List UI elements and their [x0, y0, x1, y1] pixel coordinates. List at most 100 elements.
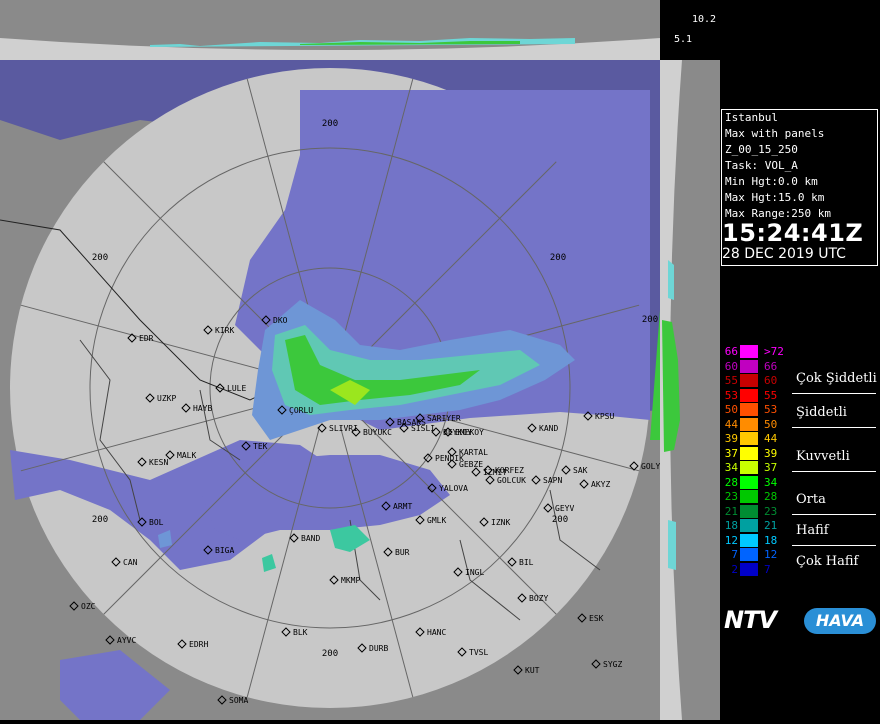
legend-swatch — [740, 388, 758, 402]
side-cross-section — [660, 60, 720, 720]
top-cross-section-svg — [0, 38, 660, 60]
city-label: SYGZ — [603, 660, 622, 669]
legend-swatch — [740, 374, 758, 387]
city-label: BOZY — [529, 594, 548, 603]
legend-lower-value: 50 — [724, 403, 738, 416]
city-label: YALOVA — [439, 484, 468, 493]
scale-corner: 10.2 5.1 — [660, 0, 720, 60]
legend-lower-value: 60 — [724, 359, 738, 373]
legend-upper-value: 44 — [764, 432, 778, 445]
city-label: EDRH — [189, 640, 208, 649]
legend-swatch — [740, 562, 758, 576]
legend-lower-value: 7 — [731, 548, 738, 561]
city-label: CAN — [123, 558, 138, 567]
city-label: SARIYER — [427, 414, 461, 423]
info-max-height: Max Hgt:15.0 km — [725, 191, 825, 204]
legend-swatch — [740, 519, 758, 532]
city-label: BUYUKC — [363, 428, 392, 437]
side-echo-profile — [662, 320, 680, 452]
city-label: KPSU — [595, 412, 614, 421]
legend-upper-value: 34 — [764, 475, 778, 489]
city-label: GMLK — [427, 516, 446, 525]
legend-row: 60 66 — [722, 359, 792, 373]
timestamp: 15:24:41Z 28 DEC 2019 UTC — [722, 220, 878, 262]
range-label: 200 — [550, 253, 566, 263]
city-label: MALK — [177, 451, 196, 460]
city-label: AKYZ — [591, 480, 610, 489]
info-scan: Z_00_15_250 — [725, 143, 798, 156]
legend-upper-value: >72 — [764, 345, 784, 358]
legend-lower-value: 23 — [724, 490, 738, 503]
legend-swatch — [740, 359, 758, 373]
side-echo-top — [668, 260, 674, 300]
city-label: GEYV — [555, 504, 574, 513]
legend-row: 50 53 — [722, 403, 792, 416]
legend-category: Çok Şiddetli — [796, 371, 877, 386]
legend-category: Şiddetli — [796, 405, 847, 420]
legend-upper-value: 55 — [764, 388, 778, 402]
city-label: KUT — [525, 666, 540, 675]
legend-row: 18 21 — [722, 519, 792, 532]
legend-swatch — [740, 548, 758, 561]
legend-row: 55 60 — [722, 374, 792, 387]
legend-divider — [792, 545, 876, 546]
legend-row: 66 >72 — [722, 345, 792, 358]
legend-row: 21 23 — [722, 504, 792, 518]
legend-upper-value: 39 — [764, 446, 778, 460]
legend-row: 7 12 — [722, 548, 792, 561]
info-station: Istanbul — [725, 111, 778, 124]
city-label: GOLCUK — [497, 476, 526, 485]
city-label: SAPN — [543, 476, 562, 485]
city-label: IZNK — [491, 518, 510, 527]
city-label: BIL — [519, 558, 534, 567]
city-label: UZKP — [157, 394, 176, 403]
city-label: GOLY — [641, 462, 660, 471]
city-label: BIGA — [215, 546, 234, 555]
legend-swatch — [740, 475, 758, 489]
legend-row: 34 37 — [722, 461, 792, 474]
city-label: MKMP — [341, 576, 360, 585]
scale-top-value: 10.2 — [692, 14, 717, 25]
city-label: INGL — [465, 568, 484, 577]
legend-upper-value: 66 — [764, 359, 778, 373]
city-label: SLIVRI — [329, 424, 358, 433]
city-label: KESN — [149, 458, 168, 467]
city-label: EDR — [139, 334, 154, 343]
legend-category: Orta — [796, 492, 826, 507]
legend-swatch — [740, 446, 758, 460]
legend-lower-value: 53 — [724, 388, 738, 402]
legend-upper-value: 60 — [764, 374, 778, 387]
legend-lower-value: 66 — [724, 345, 738, 358]
legend-lower-value: 44 — [724, 417, 738, 431]
legend-swatch — [740, 533, 758, 547]
city-label: BUR — [395, 548, 410, 557]
top-cross-section — [0, 0, 660, 60]
legend-lower-value: 55 — [724, 374, 738, 387]
legend-row: 37 39 — [722, 446, 792, 460]
legend-upper-value: 50 — [764, 417, 778, 431]
city-label: OZC — [81, 602, 96, 611]
legend-row: 44 50 — [722, 417, 792, 431]
scale-mid-value: 5.1 — [674, 34, 693, 45]
city-label: TEK — [253, 442, 268, 451]
legend-row: 53 55 — [722, 388, 792, 402]
legend-swatch — [740, 461, 758, 474]
legend-row: 27 — [722, 562, 792, 576]
legend-swatch — [740, 432, 758, 445]
city-label: HAYB — [193, 404, 212, 413]
info-min-height: Min Hgt:0.0 km — [725, 175, 818, 188]
range-label: 200 — [552, 515, 568, 525]
info-product: Max with panels — [725, 127, 825, 140]
legend-swatch — [740, 403, 758, 416]
legend-lower-value: 12 — [724, 533, 738, 547]
city-label: BOL — [149, 518, 164, 527]
city-label: DKO — [273, 316, 288, 325]
legend-lower-value: 34 — [724, 461, 738, 474]
city-label: SOMA — [229, 696, 248, 705]
city-label: LULE — [227, 384, 246, 393]
side-echo-bottom — [668, 520, 676, 570]
legend-category: Hafif — [796, 523, 829, 538]
legend-row: 28 34 — [722, 475, 792, 489]
city-label: ÇORLU — [289, 406, 313, 415]
legend-lower-value: 28 — [724, 475, 738, 489]
